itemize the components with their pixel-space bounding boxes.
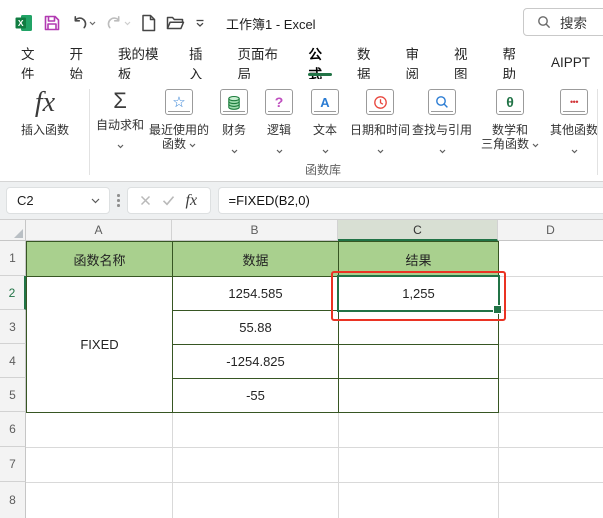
formula-bar: C2 fx =FIXED(B2,0): [0, 182, 603, 220]
tab-my-templates[interactable]: 我的模板: [105, 46, 176, 82]
tab-insert[interactable]: 插入: [176, 46, 225, 82]
ellipsis-icon: •••: [560, 89, 588, 115]
theta-icon: θ: [496, 89, 524, 115]
row-header-7[interactable]: 7: [0, 447, 26, 482]
chevron-down-icon: [571, 141, 578, 159]
customize-toolbar-icon[interactable]: [190, 15, 210, 32]
chevron-down-icon: [532, 137, 539, 151]
row-header-5[interactable]: 5: [0, 378, 26, 412]
search-icon: [537, 15, 551, 29]
date-time-button[interactable]: 日期和时间: [349, 89, 411, 159]
chevron-down-icon: [439, 141, 446, 159]
row-header-2[interactable]: 2: [0, 276, 26, 310]
tab-file[interactable]: 文件: [8, 46, 57, 82]
math-trig-button[interactable]: θ 数学和 三角函数: [473, 89, 547, 151]
more-functions-button[interactable]: ••• 其他函数: [547, 89, 601, 159]
open-folder-icon[interactable]: [161, 11, 190, 35]
redo-dropdown-icon: [124, 21, 131, 26]
document-title: 工作簿1 - Excel: [226, 16, 316, 32]
cell-A2-A5-merged[interactable]: FIXED: [26, 276, 173, 413]
logical-button[interactable]: ? 逻辑: [257, 89, 301, 159]
tab-view[interactable]: 视图: [441, 46, 490, 82]
cell-B5[interactable]: -55: [172, 378, 339, 413]
function-library-group-label: 函数库: [304, 163, 341, 177]
gridline: [26, 447, 603, 448]
name-box[interactable]: C2: [6, 187, 110, 214]
cell-A1[interactable]: 函数名称: [26, 241, 173, 277]
search-placeholder: 搜索: [560, 16, 587, 31]
undo-dropdown-icon[interactable]: [89, 21, 96, 26]
cancel-icon: [140, 195, 151, 206]
sigma-icon: Σ: [113, 88, 127, 113]
tab-formulas[interactable]: 公式: [296, 46, 345, 82]
enter-check-icon: [162, 195, 175, 206]
gridline: [26, 482, 603, 483]
insert-function-button[interactable]: fx 插入函数: [4, 87, 86, 138]
cell-C4[interactable]: [338, 344, 499, 379]
row-header-8[interactable]: 8: [0, 482, 26, 518]
financial-button[interactable]: 财务: [211, 89, 257, 159]
worksheet-grid: A B C D 1 2 3 4 5 6 7 8 函数名称 数据 结果 FIXED…: [0, 220, 603, 518]
lookup-reference-button[interactable]: 查找与引用: [411, 89, 473, 159]
insert-function-fx-icon[interactable]: fx: [186, 192, 198, 210]
recent-functions-button[interactable]: ☆ 最近使用的 函数: [147, 89, 211, 151]
quick-access-toolbar: X: [10, 10, 210, 36]
search-input[interactable]: 搜索: [523, 8, 603, 36]
select-all-corner[interactable]: [0, 220, 26, 241]
cell-B4[interactable]: -1254.825: [172, 344, 339, 379]
name-box-chevron-icon[interactable]: [91, 198, 100, 204]
row-header-3[interactable]: 3: [0, 310, 26, 344]
formula-bar-resizer[interactable]: [117, 194, 120, 207]
cell-B2[interactable]: 1254.585: [172, 276, 339, 311]
fx-icon: fx: [34, 87, 56, 118]
redo-icon: [101, 11, 136, 35]
column-header-d[interactable]: D: [498, 220, 603, 241]
row-header-4[interactable]: 4: [0, 344, 26, 378]
chevron-down-icon: [377, 141, 384, 159]
formula-buttons: fx: [126, 187, 211, 214]
autosum-button[interactable]: Σ 自动求和: [93, 89, 147, 154]
formula-input[interactable]: =FIXED(B2,0): [217, 187, 603, 214]
magnifier-icon: [428, 89, 456, 115]
name-box-value: C2: [17, 193, 34, 208]
chevron-down-icon: [189, 137, 196, 151]
excel-logo-icon: X: [10, 10, 38, 36]
question-mark-icon: ?: [265, 89, 293, 115]
save-icon[interactable]: [38, 10, 66, 36]
svg-text:X: X: [18, 18, 24, 28]
column-header-a[interactable]: A: [26, 220, 172, 241]
row-header-6[interactable]: 6: [0, 412, 26, 447]
column-header-b[interactable]: B: [172, 220, 338, 241]
chevron-down-icon: [231, 141, 238, 159]
formula-text: =FIXED(B2,0): [228, 193, 310, 208]
title-bar: X 工作簿1 - Excel 搜索: [0, 0, 603, 46]
tab-help[interactable]: 帮助: [490, 46, 539, 82]
tab-aippt[interactable]: AIPPT: [538, 46, 603, 79]
chevron-down-icon: [117, 136, 124, 154]
star-icon: ☆: [165, 89, 193, 115]
ribbon-tab-bar: 文件 开始 我的模板 插入 页面布局 公式 数据 审阅 视图 帮助 AIPPT: [0, 46, 603, 82]
cell-C5[interactable]: [338, 378, 499, 413]
tab-home[interactable]: 开始: [57, 46, 106, 82]
new-file-icon[interactable]: [136, 10, 161, 36]
tab-page-layout[interactable]: 页面布局: [225, 46, 296, 82]
ribbon: fx 插入函数 Σ 自动求和 ☆ 最近使用的 函数 财务 ? 逻辑 A 文本 日…: [0, 79, 603, 182]
cell-B3[interactable]: 55.88: [172, 310, 339, 345]
letter-a-icon: A: [311, 89, 339, 115]
tab-review[interactable]: 审阅: [393, 46, 442, 82]
text-functions-button[interactable]: A 文本: [301, 89, 349, 159]
chevron-down-icon: [322, 141, 329, 159]
tab-data[interactable]: 数据: [344, 46, 393, 82]
undo-icon[interactable]: [66, 11, 101, 35]
chevron-down-icon: [276, 141, 283, 159]
red-annotation-box: [331, 271, 506, 321]
row-header-1[interactable]: 1: [0, 241, 26, 276]
coins-icon: [220, 89, 248, 115]
column-header-c[interactable]: C: [338, 220, 498, 241]
clock-icon: [366, 89, 394, 115]
cell-B1[interactable]: 数据: [172, 241, 339, 277]
